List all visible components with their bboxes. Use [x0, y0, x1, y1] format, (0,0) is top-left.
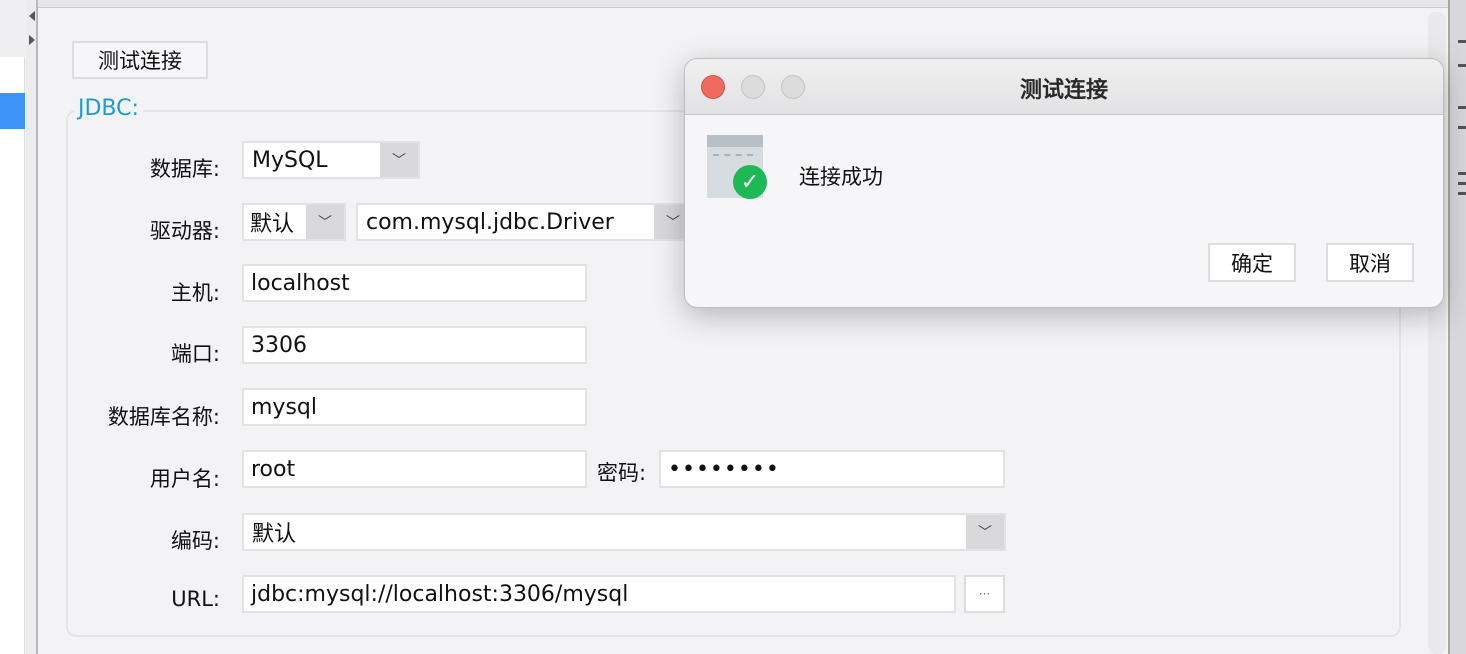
encoding-label: 编码:	[170, 529, 220, 553]
dialog-titlebar[interactable]: 测试连接	[685, 59, 1443, 115]
port-label: 端口:	[170, 342, 220, 366]
password-input[interactable]: ••••••••	[659, 450, 1005, 488]
chevron-down-icon[interactable]: ﹀	[966, 515, 1004, 549]
driver-class-value: com.mysql.jdbc.Driver	[366, 209, 614, 235]
cancel-button[interactable]: 取消	[1326, 243, 1414, 282]
test-connection-dialog: 测试连接 ✓ 连接成功 确定 取消	[684, 58, 1444, 308]
connection-success-icon: ✓	[707, 135, 767, 199]
selected-list-item[interactable]	[0, 93, 25, 129]
database-label: 数据库:	[149, 157, 220, 181]
collapse-left-icon[interactable]	[29, 11, 35, 21]
encoding-value: 默认	[252, 522, 297, 547]
database-value: MySQL	[252, 147, 328, 173]
ok-button[interactable]: 确定	[1208, 243, 1296, 282]
expand-right-icon[interactable]	[29, 35, 35, 45]
host-input[interactable]: localhost	[242, 264, 587, 302]
port-input[interactable]: 3306	[242, 326, 587, 364]
splitter[interactable]	[26, 0, 38, 654]
right-toolbar-strip	[1448, 0, 1466, 654]
dialog-message: 连接成功	[799, 165, 883, 189]
driver-label: 驱动器:	[149, 219, 220, 243]
encoding-select[interactable]: 默认 ﹀	[242, 513, 1006, 551]
driver-mode-select[interactable]: 默认 ﹀	[242, 203, 346, 241]
dialog-title: 测试连接	[1019, 78, 1108, 103]
username-input[interactable]: root	[242, 450, 587, 488]
driver-class-select[interactable]: com.mysql.jdbc.Driver ﹀	[356, 203, 696, 241]
database-name-input[interactable]: mysql	[242, 388, 587, 426]
top-border	[38, 0, 1448, 8]
url-label: URL:	[171, 587, 220, 611]
url-input[interactable]: jdbc:mysql://localhost:3306/mysql	[242, 575, 956, 613]
driver-mode-value: 默认	[250, 212, 295, 237]
host-label: 主机:	[170, 281, 220, 305]
chevron-down-icon[interactable]: ﹀	[380, 143, 418, 177]
url-browse-button[interactable]: ···	[964, 575, 1005, 613]
database-select[interactable]: MySQL ﹀	[242, 141, 420, 179]
test-connection-button[interactable]: 测试连接	[72, 41, 208, 79]
database-name-label: 数据库名称:	[107, 405, 220, 429]
username-label: 用户名:	[149, 467, 220, 491]
jdbc-group-title: JDBC:	[74, 96, 143, 121]
password-label: 密码:	[597, 461, 647, 485]
chevron-down-icon[interactable]: ﹀	[306, 205, 344, 239]
